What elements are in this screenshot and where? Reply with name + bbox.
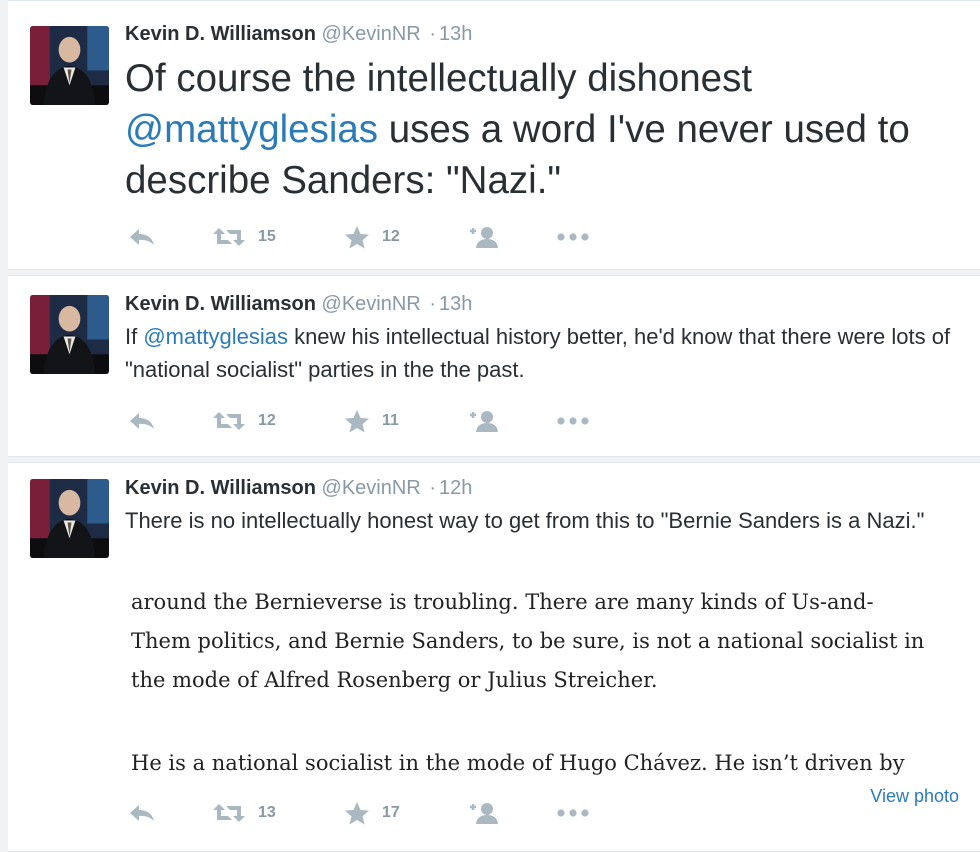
- separator: ·: [429, 293, 436, 315]
- separator: ·: [429, 477, 436, 499]
- retweet-icon: [213, 412, 245, 430]
- more-icon: [557, 233, 589, 241]
- favorite-star-icon: [345, 802, 369, 825]
- tweet-text: There is no intellectually honest way to…: [125, 508, 925, 533]
- retweet-button[interactable]: 12: [212, 406, 276, 436]
- timestamp[interactable]: 13h: [439, 23, 472, 45]
- timestamp[interactable]: 13h: [439, 293, 472, 315]
- profile-photo: [30, 295, 109, 374]
- photo-text-line: Them politics, and Bernie Sanders, to be…: [131, 629, 925, 653]
- profile-photo: [30, 26, 109, 105]
- follow-button[interactable]: [468, 406, 500, 436]
- timestamp[interactable]: 12h: [439, 477, 472, 499]
- photo-text-line: around the Bernieverse is troubling. The…: [131, 590, 874, 614]
- view-photo-link[interactable]: View photo: [870, 786, 959, 807]
- profile-photo: [30, 479, 109, 558]
- reply-icon: [130, 805, 154, 821]
- mention-link[interactable]: @mattyglesias: [125, 108, 378, 151]
- favorite-count: 17: [382, 804, 400, 821]
- photo-text-line: He is a national socialist in the mode o…: [131, 751, 905, 775]
- author-handle[interactable]: @KevinNR: [322, 293, 421, 315]
- avatar[interactable]: [30, 479, 109, 558]
- more-button[interactable]: [556, 798, 590, 828]
- tweet[interactable]: Kevin D. Williamson @KevinNR · 12h There …: [8, 462, 980, 852]
- favorite-star-icon: [345, 410, 369, 433]
- reply-icon: [130, 229, 154, 245]
- tweet-text-segment: If: [125, 324, 144, 349]
- follow-icon: [470, 227, 498, 248]
- follow-icon: [470, 411, 498, 432]
- attached-photo[interactable]: around the Bernieverse is troubling. The…: [131, 583, 980, 783]
- reply-button[interactable]: [128, 222, 156, 252]
- mention-link[interactable]: @mattyglesias: [143, 324, 288, 349]
- tweet-text: If @mattyglesias knew his intellectual h…: [125, 320, 964, 386]
- retweet-count: 12: [258, 412, 276, 429]
- retweet-count: 15: [258, 228, 276, 245]
- author-handle[interactable]: @KevinNR: [322, 477, 421, 499]
- retweet-icon: [213, 804, 245, 822]
- reply-button[interactable]: [128, 798, 156, 828]
- tweet-header: Kevin D. Williamson @KevinNR · 13h: [125, 291, 964, 317]
- reply-icon: [130, 413, 154, 429]
- tweet-header: Kevin D. Williamson @KevinNR · 12h: [125, 475, 964, 501]
- author-name[interactable]: Kevin D. Williamson: [125, 477, 316, 499]
- favorite-star-icon: [345, 226, 369, 249]
- reply-button[interactable]: [128, 406, 156, 436]
- follow-button[interactable]: [468, 222, 500, 252]
- more-button[interactable]: [556, 406, 590, 436]
- tweet[interactable]: Kevin D. Williamson @KevinNR · 13h If @ma…: [8, 275, 980, 457]
- favorite-button[interactable]: 11: [344, 406, 399, 436]
- favorite-count: 12: [382, 228, 400, 245]
- avatar[interactable]: [30, 26, 109, 105]
- follow-button[interactable]: [468, 798, 500, 828]
- favorite-button[interactable]: 12: [344, 222, 400, 252]
- separator: ·: [429, 23, 436, 45]
- favorite-button[interactable]: 17: [344, 798, 400, 828]
- favorite-count: 11: [382, 412, 399, 429]
- retweet-count: 13: [258, 804, 276, 821]
- more-button[interactable]: [556, 222, 590, 252]
- retweet-icon: [213, 228, 245, 246]
- photo-text-line: the mode of Alfred Rosenberg or Julius S…: [131, 668, 658, 692]
- tweet-text-segment: Of course the intellectually dishonest: [125, 57, 753, 100]
- tweet-text: Of course the intellectually dishonest @…: [125, 53, 964, 206]
- more-icon: [557, 809, 589, 817]
- avatar[interactable]: [30, 295, 109, 374]
- author-name[interactable]: Kevin D. Williamson: [125, 23, 316, 45]
- retweet-button[interactable]: 13: [212, 798, 276, 828]
- tweet-header: Kevin D. Williamson @KevinNR · 13h: [125, 21, 964, 47]
- author-handle[interactable]: @KevinNR: [322, 23, 421, 45]
- retweet-button[interactable]: 15: [212, 222, 276, 252]
- follow-icon: [470, 803, 498, 824]
- more-icon: [557, 417, 589, 425]
- tweet[interactable]: Kevin D. Williamson @KevinNR · 13h Of cou…: [8, 0, 980, 270]
- author-name[interactable]: Kevin D. Williamson: [125, 293, 316, 315]
